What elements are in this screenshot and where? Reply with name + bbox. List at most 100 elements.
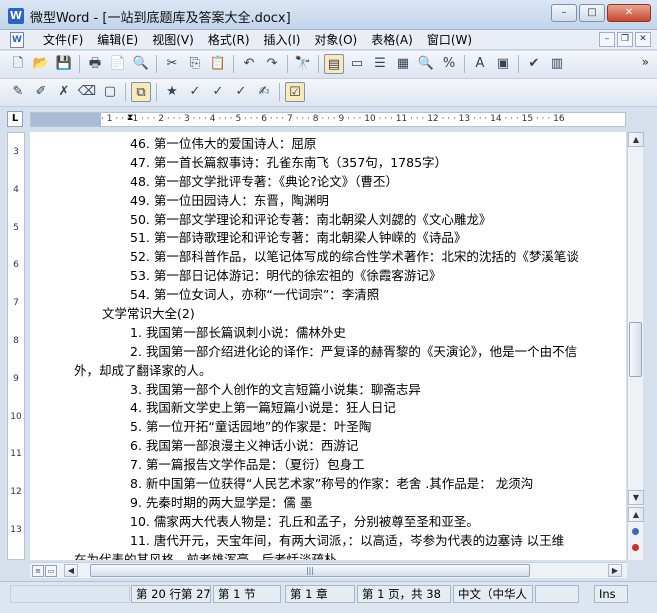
vertical-scroll-thumb[interactable] <box>629 322 642 377</box>
paragraph-line[interactable]: 8. 新中国第一位获得“人民艺术家”称号的作家：老舍 .其作品是： 龙须沟 <box>102 475 626 494</box>
review-pane-icon[interactable]: ☑ <box>285 82 305 102</box>
scroll-left-button[interactable]: ◀ <box>64 564 78 577</box>
toolbar-separator <box>125 83 126 101</box>
vertical-ruler-number: 5 <box>13 222 19 233</box>
font-color-icon[interactable]: A <box>470 54 490 74</box>
zoom-icon[interactable]: 🔍 <box>416 54 436 74</box>
horizontal-scroll-thumb[interactable]: ||| <box>90 564 530 577</box>
accept-icon[interactable]: ★ <box>162 82 182 102</box>
document-page[interactable]: 46. 第一位伟大的爱国诗人：屈原 47. 第一首长篇叙事诗：孔雀东南飞（357句… <box>30 132 626 560</box>
eraser-icon[interactable]: ⌫ <box>77 82 97 102</box>
menu-item[interactable]: 对象(O) <box>307 32 364 48</box>
menu-item[interactable]: 表格(A) <box>364 32 420 48</box>
paragraph-line[interactable]: 10. 儒家两大代表人物是：孔丘和孟子，分别被尊至圣和亚圣。 <box>102 513 626 532</box>
paragraph-line[interactable]: 3. 我国第一部个人创作的文言短篇小说集：聊斋志异 <box>102 381 626 400</box>
accept-all-icon[interactable]: ✓ <box>185 82 205 102</box>
edit-icon[interactable]: ✎ <box>8 82 28 102</box>
spellcheck-icon[interactable]: ✔ <box>524 54 544 74</box>
document-icon[interactable]: W <box>10 32 24 48</box>
scroll-up-button[interactable]: ▲ <box>628 132 644 147</box>
paragraph-line[interactable]: 53. 第一部日记体游记：明代的徐宏祖的《徐霞客游记》 <box>102 267 626 286</box>
paragraph-line[interactable]: 7. 第一篇报告文学作品是：（夏衍）包身工 <box>102 456 626 475</box>
comment-icon[interactable]: ▢ <box>100 82 120 102</box>
vertical-scrollbar[interactable]: ▲ ▼ ▲ <box>627 132 644 560</box>
paragraph-line[interactable]: 51. 第一部诗歌理论和评论专著：南北朝梁人钟嵘的《诗品》 <box>102 229 626 248</box>
chart-icon[interactable]: ▥ <box>547 54 567 74</box>
find-icon[interactable]: 🔭 <box>293 54 313 74</box>
toolbar-overflow-icon[interactable]: » <box>642 55 649 69</box>
paragraph-line[interactable]: 50. 第一部文学理论和评论专著：南北朝梁人刘勰的《文心雕龙》 <box>102 211 626 230</box>
document-text[interactable]: 46. 第一位伟大的爱国诗人：屈原 47. 第一首长篇叙事诗：孔雀东南飞（357句… <box>74 135 626 560</box>
paragraph-line[interactable]: 2. 我国第一部介绍进化论的译作：严复译的赫胥黎的《天演论》，他是一个由不信 <box>102 343 626 362</box>
print-preview-icon[interactable]: 🔍 <box>131 54 151 74</box>
select-browse-object-icon[interactable] <box>632 528 639 535</box>
paragraph-line[interactable]: 5. 第一位开拓“童话园地”的作家是：叶圣陶 <box>102 418 626 437</box>
open-folder-icon[interactable]: 📂 <box>31 54 51 74</box>
menu-item[interactable]: 编辑(E) <box>90 32 145 48</box>
menu-item[interactable]: 窗口(W) <box>420 32 479 48</box>
previous-page-button[interactable]: ▲ <box>628 507 644 522</box>
indent-marker-icon[interactable]: ⧗ <box>127 113 133 123</box>
save-icon[interactable]: 💾 <box>54 54 74 74</box>
paragraph-line[interactable]: 外，却成了翻译家的人。 <box>74 362 626 381</box>
paragraph-line[interactable]: 47. 第一首长篇叙事诗：孔雀东南飞（357句，1785字） <box>102 154 626 173</box>
paragraph-line[interactable]: 49. 第一位田园诗人：东晋，陶渊明 <box>102 192 626 211</box>
menu-item[interactable]: 视图(V) <box>145 32 201 48</box>
horizontal-scrollbar[interactable]: ≡ ▭ ◀ ||| ▶ <box>30 562 627 578</box>
paragraph-line[interactable]: 在为代表的其风格，前者雄浑豪，后者恬淡疏朴 <box>74 551 626 560</box>
status-line-column: 第 20 行第 27 <box>131 585 211 603</box>
close-button[interactable]: ✕ <box>607 4 651 22</box>
paragraph-line[interactable]: 6. 我国第一部浪漫主义神话小说：西游记 <box>102 437 626 456</box>
cut-icon[interactable]: ✂ <box>162 54 182 74</box>
redo-icon[interactable]: ↷ <box>262 54 282 74</box>
percent-icon[interactable]: % <box>439 54 459 74</box>
new-document-icon[interactable]: 🗋 <box>8 54 28 74</box>
pdf-icon[interactable]: 📄 <box>108 54 128 74</box>
menu-item[interactable]: 格式(R) <box>201 32 257 48</box>
status-insert-mode[interactable]: Ins <box>594 585 628 603</box>
minimize-button[interactable]: – <box>551 4 577 22</box>
vertical-ruler[interactable]: 3 4 5 6 7 8 9 10 11 12 13 <box>7 132 25 560</box>
track-changes-icon[interactable]: ⧉ <box>131 82 151 102</box>
page-view-icon[interactable]: ▤ <box>324 54 344 74</box>
paragraph-line[interactable]: 11. 唐代开元，天宝年间，有两大词派，：以高适，岑参为代表的边塞诗 以王维 <box>102 532 626 551</box>
copy-icon[interactable]: ⎘ <box>185 54 205 74</box>
review-icon[interactable]: ✍ <box>254 82 274 102</box>
highlight-icon[interactable]: ▣ <box>493 54 513 74</box>
next-page-icon[interactable] <box>632 544 639 551</box>
paragraph-line[interactable]: 9. 先秦时期的两大显学是：儒 墨 <box>102 494 626 513</box>
table-icon[interactable]: ▦ <box>393 54 413 74</box>
doc-restore-button[interactable]: ❐ <box>617 32 633 47</box>
normal-view-icon[interactable]: ≡ <box>32 565 44 577</box>
pencil-icon[interactable]: ✐ <box>31 82 51 102</box>
paragraph-line[interactable]: 54. 第一位女词人，亦称“一代词宗”：李清照 <box>102 286 626 305</box>
paragraph-line[interactable]: 46. 第一位伟大的爱国诗人：屈原 <box>102 135 626 154</box>
page-view-icon[interactable]: ▭ <box>45 565 57 577</box>
scroll-down-button[interactable]: ▼ <box>628 490 644 505</box>
print-icon[interactable]: 🖶 <box>85 54 105 74</box>
paragraph-line[interactable]: 1. 我国第一部长篇讽刺小说：儒林外史 <box>102 324 626 343</box>
paragraph-line[interactable]: 48. 第一部文学批评专著：《典论?论文》（曹丕） <box>102 173 626 192</box>
paragraph-line[interactable]: 4. 我国新文学史上第一篇短篇小说是：狂人日记 <box>102 399 626 418</box>
text-box-icon[interactable]: ▭ <box>347 54 367 74</box>
paragraph-line[interactable]: 文学常识大全(2) <box>102 305 626 324</box>
tab-stop-selector[interactable]: L <box>7 111 23 127</box>
horizontal-ruler[interactable]: · 1 · · · 1 · · · 2 · · · 3 · · · 4 · · … <box>30 112 626 127</box>
reject-icon[interactable]: ✓ <box>208 82 228 102</box>
paste-icon[interactable]: 📋 <box>208 54 228 74</box>
outline-icon[interactable]: ☰ <box>370 54 390 74</box>
reject-all-icon[interactable]: ✓ <box>231 82 251 102</box>
undo-icon[interactable]: ↶ <box>239 54 259 74</box>
delete-icon[interactable]: ✗ <box>54 82 74 102</box>
menu-item[interactable]: 文件(F) <box>36 32 90 48</box>
menu-item[interactable]: 插入(I) <box>257 32 308 48</box>
doc-minimize-button[interactable]: – <box>599 32 615 47</box>
document-window-controls: – ❐ ✕ <box>599 32 651 47</box>
vertical-ruler-number: 8 <box>13 336 19 346</box>
scroll-right-button[interactable]: ▶ <box>608 564 622 577</box>
maximize-button[interactable]: □ <box>579 4 605 22</box>
window-title: 微型Word - [一站到底题库及答案大全.docx] <box>30 11 291 26</box>
status-language: 中文（中华人 <box>453 585 533 603</box>
paragraph-line[interactable]: 52. 第一部科普作品，以笔记体写成的综合性学术著作：北宋的沈括的《梦溪笔谈 <box>102 248 626 267</box>
doc-close-button[interactable]: ✕ <box>635 32 651 47</box>
